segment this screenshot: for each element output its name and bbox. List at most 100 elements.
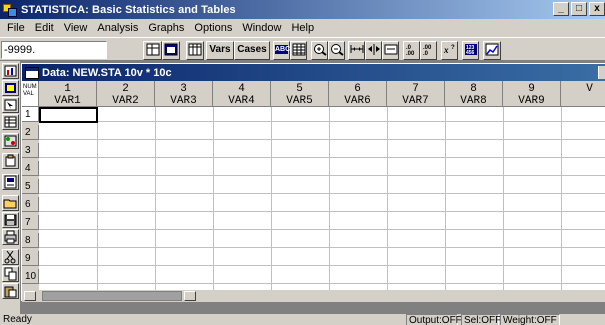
- left-toolbar: [0, 61, 20, 314]
- cases-button[interactable]: Cases: [234, 41, 270, 60]
- row-header[interactable]: 2: [22, 125, 39, 140]
- menu-analysis[interactable]: Analysis: [92, 22, 143, 34]
- workbook-icon[interactable]: [2, 80, 19, 96]
- menu-file[interactable]: File: [2, 22, 30, 34]
- menu-edit[interactable]: Edit: [30, 22, 59, 34]
- print-icon[interactable]: [2, 229, 19, 245]
- column-fit-icon[interactable]: [382, 41, 399, 60]
- column-name: VAR8: [460, 95, 487, 107]
- grid-icon[interactable]: [290, 41, 307, 60]
- maximize-button[interactable]: □: [571, 2, 587, 16]
- vars-button[interactable]: Vars: [206, 41, 234, 60]
- column-number: 5: [296, 83, 303, 95]
- decimals-decrease-icon[interactable]: .00.0: [420, 41, 437, 60]
- scroll-right-button[interactable]: [184, 291, 196, 301]
- status-weight[interactable]: Weight:OFF: [500, 314, 560, 325]
- menu-view[interactable]: View: [59, 22, 93, 34]
- document-icon[interactable]: [2, 174, 19, 190]
- menu-options[interactable]: Options: [189, 22, 237, 34]
- column-header-var2[interactable]: 2 VAR2: [97, 81, 155, 106]
- decimals-increase-icon[interactable]: .0.00: [403, 41, 420, 60]
- grid-divider: [561, 107, 562, 290]
- status-ready: Ready: [3, 314, 32, 325]
- column-number: 1: [64, 83, 71, 95]
- data-window-control[interactable]: [598, 66, 605, 79]
- flow-icon[interactable]: [2, 133, 19, 149]
- row-header[interactable]: 5: [22, 179, 39, 194]
- table-row: [39, 143, 605, 158]
- menu-window[interactable]: Window: [237, 22, 286, 34]
- status-selection[interactable]: Sel:OFF: [461, 314, 501, 325]
- arrow-tool-icon[interactable]: [2, 97, 19, 113]
- cell-value-field[interactable]: -9999.: [1, 41, 107, 59]
- zoom-out-icon[interactable]: [328, 41, 345, 60]
- open-file-icon[interactable]: [2, 195, 19, 211]
- cut-icon[interactable]: [2, 249, 19, 265]
- row-header[interactable]: 3: [22, 143, 39, 158]
- row-header[interactable]: 7: [22, 215, 39, 230]
- column-header-var1[interactable]: 1 VAR1: [39, 81, 97, 107]
- variable-spec-icon[interactable]: x?: [441, 41, 458, 60]
- column-width-icon[interactable]: [348, 41, 365, 60]
- menu-help[interactable]: Help: [286, 22, 319, 34]
- horizontal-scrollbar[interactable]: [22, 290, 605, 302]
- column-header-var10[interactable]: V: [561, 81, 605, 106]
- column-header-var5[interactable]: 5 VAR5: [271, 81, 329, 106]
- row-headers: 1 2 3 4 5 6 7 8 9 10: [22, 107, 39, 290]
- statistica-app-icon[interactable]: [2, 2, 18, 18]
- row-header[interactable]: 9: [22, 251, 39, 266]
- column-number: 4: [238, 83, 245, 95]
- scroll-thumb[interactable]: [42, 291, 182, 301]
- column-header-var6[interactable]: 6 VAR6: [329, 81, 387, 107]
- column-header-var7[interactable]: 7 VAR7: [387, 81, 445, 106]
- row-header[interactable]: 8: [22, 233, 39, 248]
- svg-text:.0: .0: [423, 51, 429, 56]
- paste-icon[interactable]: [2, 153, 19, 169]
- column-name: VAR6: [344, 95, 371, 107]
- minimize-button[interactable]: _: [553, 2, 569, 16]
- column-number: 2: [122, 83, 129, 95]
- svg-text:456: 456: [466, 50, 475, 56]
- save-icon[interactable]: [2, 212, 19, 228]
- row-header[interactable]: 4: [22, 161, 39, 176]
- scroll-left-button[interactable]: [24, 291, 36, 301]
- table-row: [39, 269, 605, 284]
- column-header-var3[interactable]: 3 VAR3: [155, 81, 213, 106]
- spreadsheet-icon[interactable]: [186, 41, 204, 60]
- table-row: [39, 233, 605, 248]
- svg-text:x: x: [443, 45, 449, 55]
- zoom-in-icon[interactable]: [311, 41, 328, 60]
- status-output[interactable]: Output:OFF: [406, 314, 462, 325]
- table-view-icon[interactable]: [143, 41, 162, 60]
- data-window-titlebar[interactable]: Data: NEW.STA 10v * 10c: [22, 64, 605, 81]
- text-values-button[interactable]: ABC: [273, 41, 290, 60]
- active-cell[interactable]: [39, 107, 98, 123]
- column-header-var8[interactable]: 8 VAR8: [445, 81, 503, 107]
- variable-info-box: NUM VAL: [22, 81, 39, 107]
- numbers-icon[interactable]: 123 456: [462, 41, 479, 60]
- row-header[interactable]: 6: [22, 197, 39, 212]
- chart-icon[interactable]: [483, 41, 501, 60]
- copy-icon[interactable]: [2, 266, 19, 282]
- graph-window-icon[interactable]: [162, 41, 180, 60]
- paste-clipboard-icon[interactable]: [2, 283, 19, 299]
- data-window-icon: [25, 66, 39, 79]
- svg-text:.00: .00: [406, 51, 415, 56]
- row-header[interactable]: 1: [22, 107, 39, 122]
- table-row: [39, 215, 605, 230]
- data-grid[interactable]: [39, 107, 605, 290]
- column-name: VAR1: [54, 95, 81, 107]
- column-header-var4[interactable]: 4 VAR4: [213, 81, 271, 106]
- app-titlebar: STATISTICA: Basic Statistics and Tables …: [0, 0, 605, 19]
- column-headers: 1 VAR1 2 VAR2 3 VAR3 4 VAR4 5 VAR5 6 VAR6 7 VAR…: [39, 81, 605, 107]
- column-header-var9[interactable]: 9 VAR9: [503, 81, 561, 106]
- data-window: Data: NEW.STA 10v * 10c NUM VAL 1 VAR1 2V…: [21, 63, 605, 302]
- close-button[interactable]: x: [589, 2, 605, 16]
- table-icon[interactable]: [2, 114, 19, 130]
- row-header[interactable]: 10: [22, 269, 39, 284]
- menu-graphs[interactable]: Graphs: [143, 22, 189, 34]
- stats-module-icon[interactable]: [2, 63, 19, 79]
- column-narrow-icon[interactable]: [365, 41, 382, 60]
- table-row: [39, 125, 605, 140]
- table-row: [39, 197, 605, 212]
